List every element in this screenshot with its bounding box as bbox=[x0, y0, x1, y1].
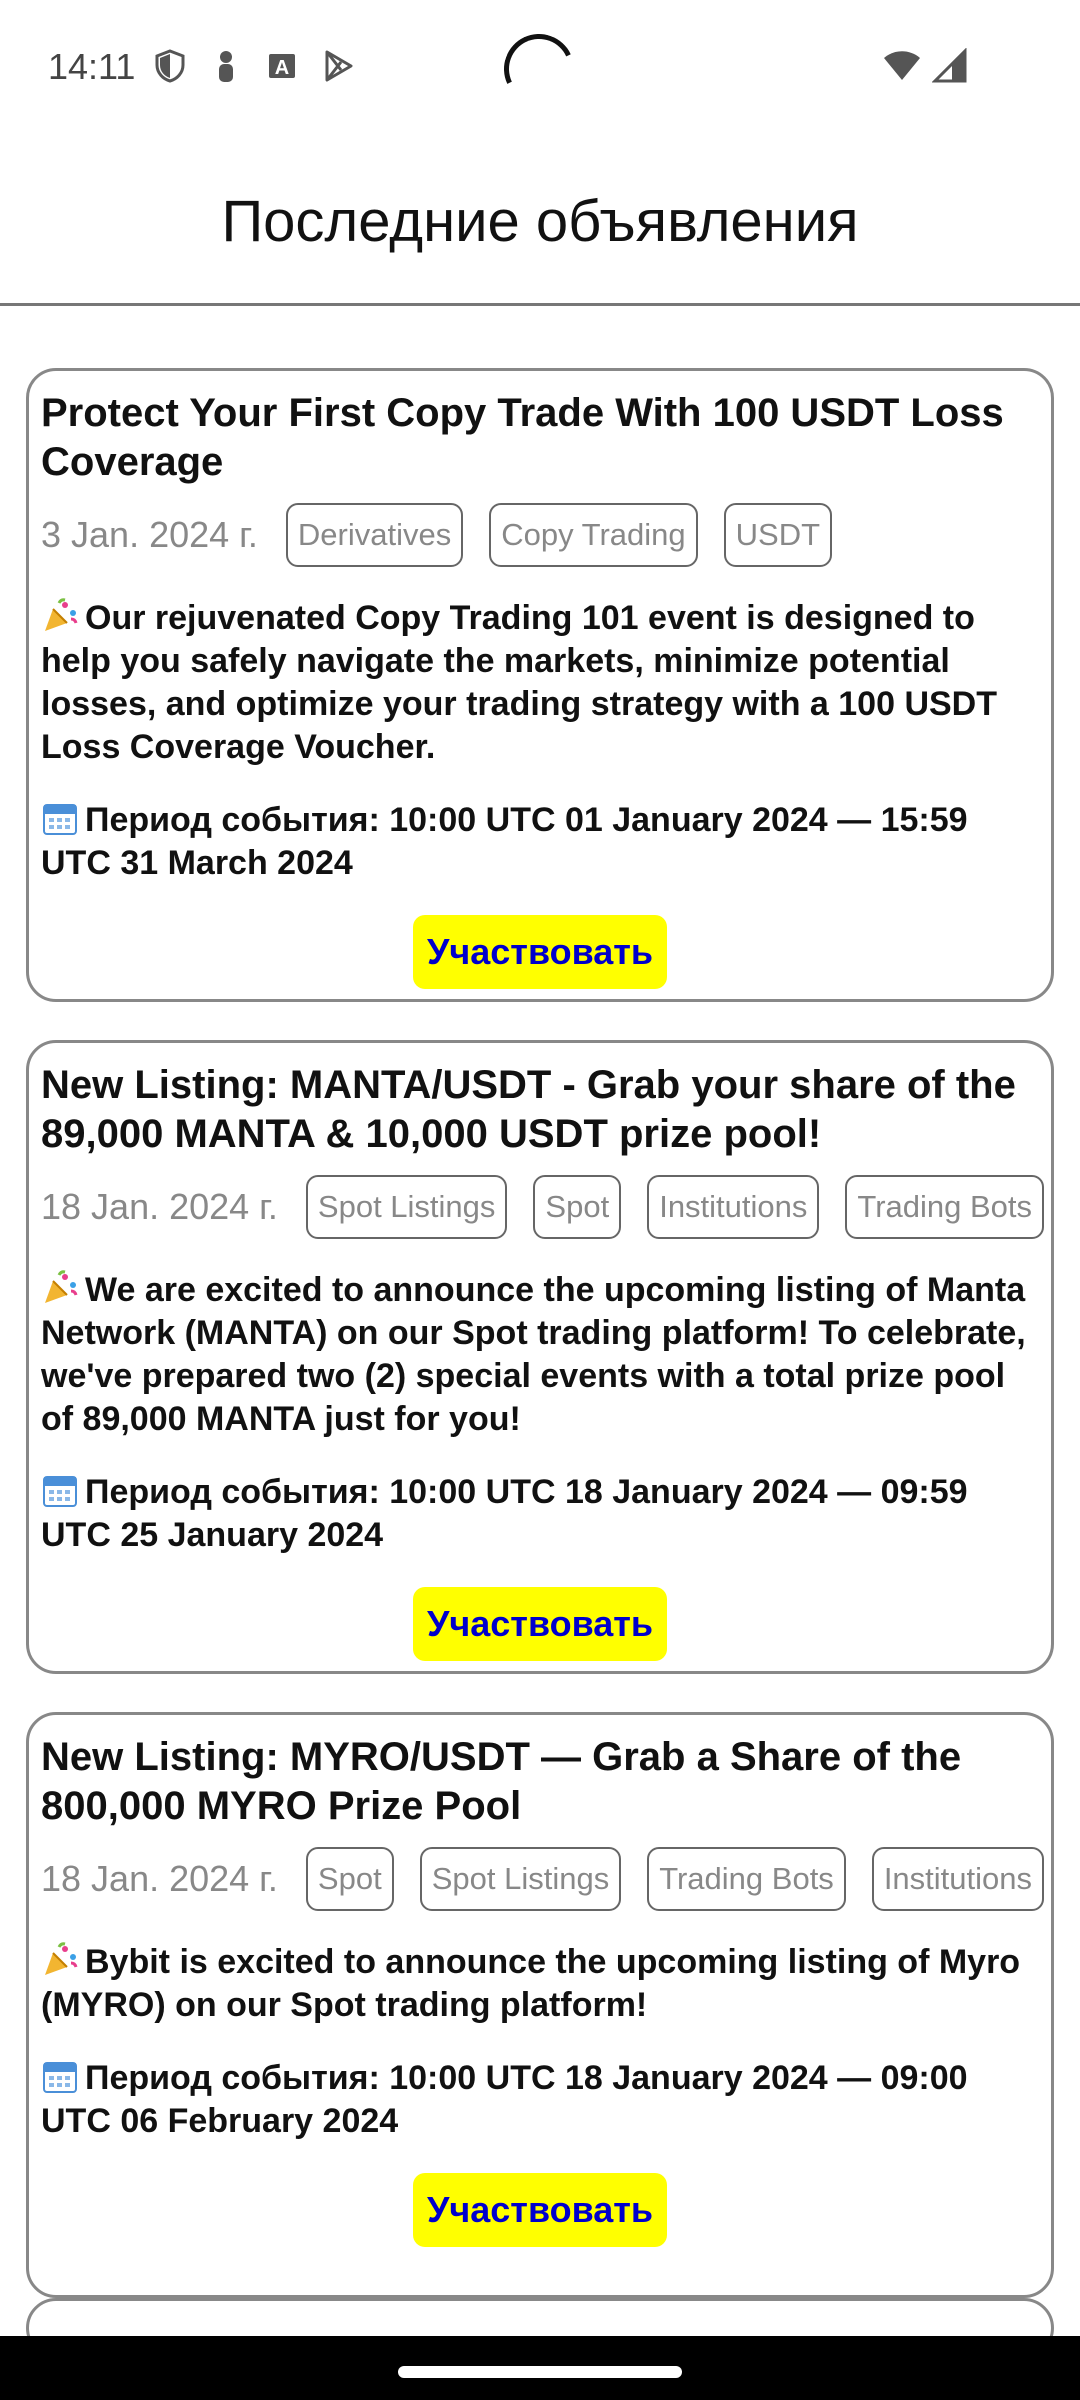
period-text: Период события: 10:00 UTC 18 January 202… bbox=[41, 1473, 968, 1554]
calendar-icon bbox=[41, 1471, 79, 1509]
tag-badge[interactable]: Copy Trading bbox=[489, 503, 698, 567]
event-period: Период события: 10:00 UTC 01 January 202… bbox=[41, 799, 1039, 885]
tag-badge[interactable]: Trading Bots bbox=[845, 1175, 1045, 1239]
tag-badge[interactable]: USDT bbox=[723, 503, 833, 567]
signal-icon bbox=[931, 47, 968, 89]
shield-icon bbox=[152, 48, 188, 84]
wifi-icon bbox=[882, 48, 922, 89]
description-text: Our rejuvenated Copy Trading 101 event i… bbox=[41, 599, 998, 766]
tag-badge[interactable]: Spot Listings bbox=[419, 1847, 622, 1911]
navigation-bar bbox=[0, 2336, 1080, 2400]
status-icons-right bbox=[882, 47, 968, 89]
description-text: Bybit is excited to announce the upcomin… bbox=[41, 1943, 1021, 2024]
app-header: Последние объявления bbox=[0, 140, 1080, 306]
tag-badge[interactable]: Derivatives bbox=[285, 503, 464, 567]
participate-button[interactable]: Участвовать bbox=[412, 915, 668, 989]
announcement-date: 18 Jan. 2024 г. bbox=[41, 1186, 278, 1227]
announcement-card[interactable]: New Listing: MANTA/USDT - Grab your shar… bbox=[26, 1040, 1054, 1674]
page-title: Последние объявления bbox=[221, 189, 859, 254]
party-popper-icon bbox=[41, 1269, 79, 1307]
announcement-card[interactable]: Protect Your First Copy Trade With 100 U… bbox=[26, 368, 1054, 1002]
announcement-card[interactable]: New Listing: MYRO/USDT — Grab a Share of… bbox=[26, 1712, 1054, 2298]
announcement-date: 18 Jan. 2024 г. bbox=[41, 1858, 278, 1899]
tag-badge[interactable]: Institutions bbox=[871, 1847, 1045, 1911]
period-text: Период события: 10:00 UTC 01 January 202… bbox=[41, 801, 968, 882]
announcement-title: Protect Your First Copy Trade With 100 U… bbox=[41, 391, 1004, 484]
text-a-icon: A bbox=[264, 48, 300, 84]
period-text: Период события: 10:00 UTC 18 January 202… bbox=[41, 2059, 968, 2140]
status-time: 14:11 bbox=[48, 46, 136, 87]
announcement-description: We are excited to announce the upcoming … bbox=[41, 1269, 1039, 1441]
party-popper-icon bbox=[41, 1941, 79, 1979]
announcement-meta: 18 Jan. 2024 г. Spot Listings Spot Insti… bbox=[41, 1175, 1045, 1239]
play-store-icon bbox=[320, 48, 356, 84]
announcement-description: Bybit is excited to announce the upcomin… bbox=[41, 1941, 1039, 2027]
announcement-date: 3 Jan. 2024 г. bbox=[41, 514, 258, 555]
svg-text:A: A bbox=[275, 57, 289, 79]
loading-spinner-icon bbox=[494, 24, 584, 114]
person-icon bbox=[208, 48, 244, 84]
status-bar: 14:11 A bbox=[0, 0, 1080, 140]
announcement-description: Our rejuvenated Copy Trading 101 event i… bbox=[41, 597, 1039, 769]
participate-button[interactable]: Участвовать bbox=[412, 1587, 668, 1661]
tag-badge[interactable]: Spot bbox=[533, 1175, 622, 1239]
description-text: We are excited to announce the upcoming … bbox=[41, 1271, 1026, 1438]
participate-button[interactable]: Участвовать bbox=[412, 2173, 668, 2247]
tag-badge[interactable]: Trading Bots bbox=[647, 1847, 846, 1911]
event-period: Период события: 10:00 UTC 18 January 202… bbox=[41, 2057, 1039, 2143]
announcement-meta: 3 Jan. 2024 г. Derivatives Copy Trading … bbox=[41, 503, 1039, 567]
party-popper-icon bbox=[41, 597, 79, 635]
status-icons-left: A bbox=[152, 48, 356, 84]
announcement-title: New Listing: MYRO/USDT — Grab a Share of… bbox=[41, 1735, 962, 1828]
tag-badge[interactable]: Spot bbox=[305, 1847, 394, 1911]
event-period: Период события: 10:00 UTC 18 January 202… bbox=[41, 1471, 1039, 1557]
tag-badge[interactable]: Institutions bbox=[647, 1175, 820, 1239]
home-gesture-handle[interactable] bbox=[398, 2366, 682, 2378]
announcement-title: New Listing: MANTA/USDT - Grab your shar… bbox=[41, 1063, 1016, 1156]
calendar-icon bbox=[41, 2057, 79, 2095]
calendar-icon bbox=[41, 799, 79, 837]
tag-badge[interactable]: Spot Listings bbox=[305, 1175, 508, 1239]
announcement-meta: 18 Jan. 2024 г. Spot Spot Listings Tradi… bbox=[41, 1847, 1045, 1911]
announcements-feed[interactable]: Protect Your First Copy Trade With 100 U… bbox=[0, 306, 1080, 2310]
